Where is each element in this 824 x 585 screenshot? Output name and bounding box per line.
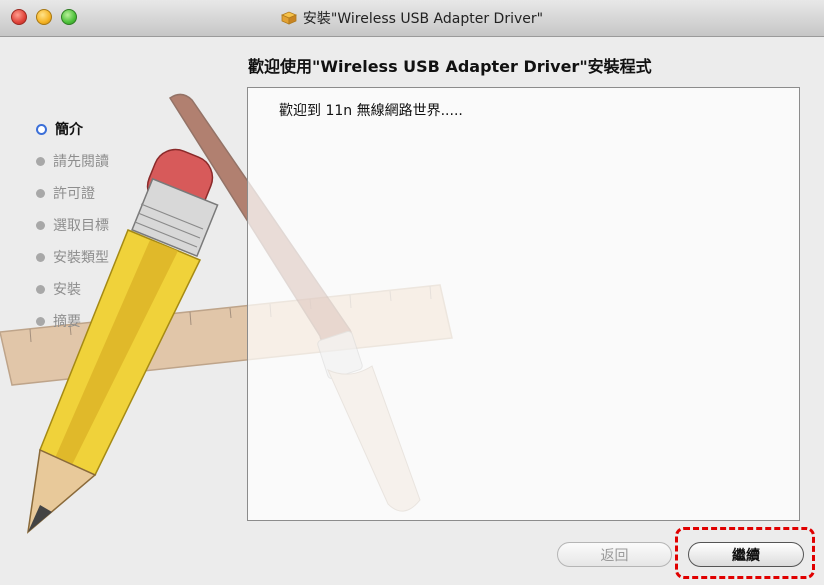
step-label: 安裝類型 — [53, 250, 109, 266]
welcome-text-panel[interactable]: 歡迎到 11n 無線網路世界..... — [247, 87, 800, 521]
title-bar[interactable]: 安裝"Wireless USB Adapter Driver" — [0, 0, 824, 37]
step-bullet-icon — [36, 156, 45, 166]
step-label: 摘要 — [53, 314, 81, 330]
package-icon — [280, 11, 297, 25]
step-bullet-icon — [36, 188, 45, 198]
active-step-bullet-icon — [36, 123, 47, 135]
step-bullet-icon — [36, 252, 45, 262]
welcome-message: 歡迎到 11n 無線網路世界..... — [279, 103, 463, 119]
continue-button-highlight — [675, 527, 815, 579]
back-button[interactable]: 返回 — [557, 542, 672, 567]
step-read-me: 請先閱讀 — [36, 145, 186, 177]
page-heading: 歡迎使用"Wireless USB Adapter Driver"安裝程式 — [248, 57, 652, 76]
step-summary: 摘要 — [36, 305, 186, 337]
step-bullet-icon — [36, 316, 45, 326]
step-destination-select: 選取目標 — [36, 209, 186, 241]
installer-window: 安裝"Wireless USB Adapter Driver" 歡迎使用"Wir… — [0, 0, 824, 585]
step-installation-type: 安裝類型 — [36, 241, 186, 273]
step-label: 簡介 — [55, 122, 83, 138]
step-license: 許可證 — [36, 177, 186, 209]
step-bullet-icon — [36, 220, 45, 230]
step-label: 安裝 — [53, 282, 81, 298]
step-label: 請先閱讀 — [53, 154, 109, 170]
step-bullet-icon — [36, 284, 45, 294]
step-label: 許可證 — [53, 186, 95, 202]
window-title: 安裝"Wireless USB Adapter Driver" — [302, 11, 544, 27]
step-installation: 安裝 — [36, 273, 186, 305]
step-label: 選取目標 — [53, 218, 109, 234]
step-introduction: 簡介 — [36, 113, 186, 145]
window-title-container: 安裝"Wireless USB Adapter Driver" — [0, 0, 824, 36]
installer-steps-list: 簡介 請先閱讀 許可證 選取目標 安裝類型 安裝 摘要 — [36, 113, 186, 337]
